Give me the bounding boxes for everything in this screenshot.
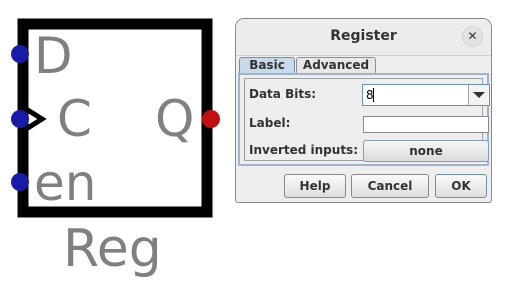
data-bits-label: Data Bits: <box>249 87 317 101</box>
pin-q[interactable] <box>202 110 220 128</box>
properties-group: Data Bits: 8 Label: Inverted inputs: non… <box>244 78 490 162</box>
pin-d[interactable] <box>11 45 29 63</box>
chevron-down-icon[interactable] <box>468 85 489 105</box>
pin-c[interactable] <box>11 110 29 128</box>
pin-en[interactable] <box>11 173 29 191</box>
dialog-titlebar[interactable]: Register ✕ <box>236 19 491 56</box>
close-icon[interactable]: ✕ <box>462 26 483 47</box>
data-bits-combobox[interactable]: 8 <box>362 84 490 106</box>
tab-advanced[interactable]: Advanced <box>296 57 376 73</box>
tab-basic[interactable]: Basic <box>239 57 295 73</box>
text-caret <box>373 88 374 102</box>
component-name-label: Reg <box>63 219 162 279</box>
register-properties-dialog: Register ✕ Basic Advanced Data Bits: 8 L… <box>235 18 492 203</box>
ok-button[interactable]: OK <box>435 174 487 198</box>
label-input[interactable] <box>363 116 489 133</box>
dialog-title: Register <box>330 28 397 44</box>
cancel-button[interactable]: Cancel <box>351 174 429 198</box>
help-button[interactable]: Help <box>284 174 346 198</box>
pin-label-c: C <box>57 90 92 148</box>
inverted-inputs-label: Inverted inputs: <box>249 143 358 157</box>
pin-label-q: Q <box>155 90 194 148</box>
label-field-label: Label: <box>249 116 291 130</box>
inverted-inputs-button[interactable]: none <box>363 140 489 162</box>
pin-label-en: en <box>34 154 96 212</box>
pin-label-d: D <box>34 27 73 85</box>
basic-tab-panel: Data Bits: 8 Label: Inverted inputs: non… <box>238 73 490 166</box>
